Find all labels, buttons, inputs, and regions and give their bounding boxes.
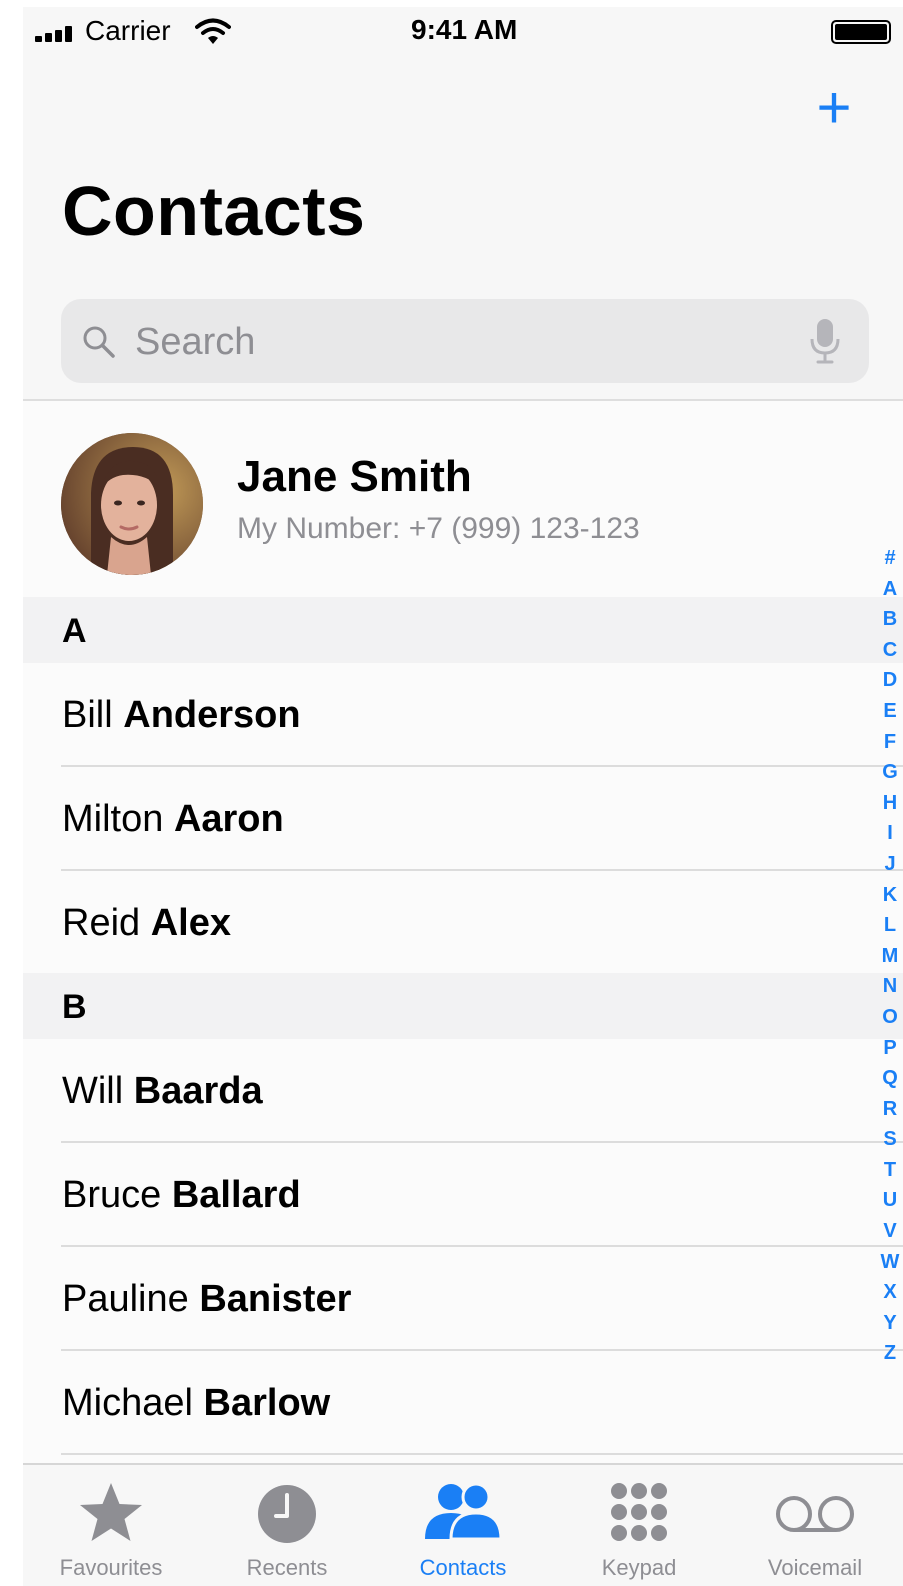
index-letter[interactable]: D — [877, 665, 903, 696]
contact-row[interactable]: Bruce Ballard — [23, 1143, 903, 1247]
index-letter[interactable]: K — [877, 880, 903, 911]
search-icon — [83, 326, 115, 358]
contact-first-name: Bruce — [62, 1174, 162, 1216]
section-index[interactable]: # A B C D E F G H I J K L M N O P Q R S … — [877, 543, 903, 1369]
contact-name: Pauline Banister — [62, 1277, 351, 1321]
signal-strength-icon — [35, 26, 75, 42]
contact-row[interactable]: Pauline Banister — [23, 1247, 903, 1351]
index-letter[interactable]: T — [877, 1155, 903, 1186]
contact-last-name: Alex — [150, 902, 231, 944]
index-letter[interactable]: R — [877, 1094, 903, 1125]
index-letter[interactable]: U — [877, 1185, 903, 1216]
index-letter[interactable]: H — [877, 788, 903, 819]
contact-last-name: Ballard — [171, 1174, 301, 1216]
index-letter[interactable]: G — [877, 757, 903, 788]
search-input[interactable]: Search — [61, 299, 869, 383]
status-time: 9:41 AM — [411, 14, 518, 45]
index-letter[interactable]: O — [877, 1002, 903, 1033]
index-letter[interactable]: Z — [877, 1338, 903, 1369]
tab-label: Contacts — [419, 1555, 507, 1580]
tab-keypad[interactable]: Keypad — [551, 1465, 727, 1586]
index-letter[interactable]: B — [877, 604, 903, 635]
carrier-name: Carrier — [85, 15, 171, 46]
contact-last-name: Anderson — [123, 694, 301, 736]
contact-last-name: Banister — [199, 1278, 352, 1320]
keypad-icon — [611, 1483, 667, 1541]
contact-name: Reid Alex — [62, 901, 231, 945]
contact-name: Will Baarda — [62, 1069, 263, 1113]
contact-first-name: Will — [62, 1070, 124, 1112]
wifi-icon — [195, 18, 231, 44]
tab-favourites[interactable]: Favourites — [23, 1465, 199, 1586]
index-letter[interactable]: # — [877, 543, 903, 574]
add-contact-button[interactable]: + — [808, 78, 860, 138]
contact-last-name: Aaron — [173, 798, 284, 840]
contact-last-name: Barlow — [203, 1382, 331, 1424]
contact-first-name: Milton — [62, 798, 164, 840]
contact-first-name: Reid — [62, 902, 141, 944]
tab-label: Favourites — [59, 1555, 163, 1580]
contact-first-name: Bill — [62, 694, 113, 736]
index-letter[interactable]: C — [877, 635, 903, 666]
contact-name: Bill Anderson — [62, 693, 301, 737]
index-letter[interactable]: Q — [877, 1063, 903, 1094]
index-letter[interactable]: M — [877, 941, 903, 972]
search-placeholder: Search — [135, 321, 256, 363]
tab-bar: Favourites Recents Contacts Keypad Voice… — [23, 1463, 903, 1586]
avatar — [61, 433, 203, 575]
star-icon — [80, 1483, 142, 1541]
index-letter[interactable]: S — [877, 1124, 903, 1155]
microphone-icon[interactable] — [809, 317, 841, 365]
index-letter[interactable]: L — [877, 910, 903, 941]
page-title: Contacts — [62, 172, 366, 250]
my-card[interactable]: Jane Smith My Number: +7 (999) 123-123 — [23, 403, 903, 597]
index-letter[interactable]: P — [877, 1033, 903, 1064]
contact-first-name: Pauline — [62, 1278, 189, 1320]
my-card-number: My Number: +7 (999) 123-123 — [237, 512, 640, 545]
battery-icon — [831, 20, 891, 44]
contact-name: Milton Aaron — [62, 797, 284, 841]
contacts-screen: Carrier 9:41 AM + Contacts Search Jane S… — [23, 7, 903, 1586]
tab-label: Voicemail — [767, 1555, 863, 1580]
section-letter: A — [62, 612, 87, 650]
contact-last-name: Baarda — [133, 1070, 263, 1112]
contact-name: Bruce Ballard — [62, 1173, 301, 1217]
section-header-a: A — [23, 597, 903, 663]
voicemail-icon — [776, 1496, 854, 1532]
tab-label: Recents — [246, 1555, 328, 1580]
tab-recents[interactable]: Recents — [199, 1465, 375, 1586]
tab-voicemail[interactable]: Voicemail — [727, 1465, 903, 1586]
tab-label: Keypad — [601, 1555, 677, 1580]
index-letter[interactable]: J — [877, 849, 903, 880]
contact-row[interactable]: Will Baarda — [23, 1039, 903, 1143]
index-letter[interactable]: V — [877, 1216, 903, 1247]
contact-row[interactable]: Reid Alex — [23, 871, 903, 975]
contact-row[interactable]: Milton Aaron — [23, 767, 903, 871]
tab-contacts[interactable]: Contacts — [375, 1465, 551, 1586]
index-letter[interactable]: Y — [877, 1308, 903, 1339]
contact-row[interactable]: Michael Barlow — [23, 1351, 903, 1455]
contact-row[interactable]: Bill Anderson — [23, 663, 903, 767]
section-letter: B — [62, 988, 87, 1026]
index-letter[interactable]: X — [877, 1277, 903, 1308]
section-header-b: B — [23, 973, 903, 1039]
contacts-icon — [425, 1482, 503, 1541]
index-letter[interactable]: N — [877, 971, 903, 1002]
status-bar: Carrier 9:41 AM — [23, 7, 903, 52]
index-letter[interactable]: A — [877, 574, 903, 605]
clock-icon — [258, 1485, 316, 1543]
index-letter[interactable]: I — [877, 818, 903, 849]
index-letter[interactable]: F — [877, 727, 903, 758]
my-card-name: Jane Smith — [237, 452, 472, 501]
index-letter[interactable]: E — [877, 696, 903, 727]
contact-name: Michael Barlow — [62, 1381, 330, 1425]
row-divider — [61, 1453, 903, 1455]
index-letter[interactable]: W — [877, 1247, 903, 1278]
contact-first-name: Michael — [62, 1382, 193, 1424]
